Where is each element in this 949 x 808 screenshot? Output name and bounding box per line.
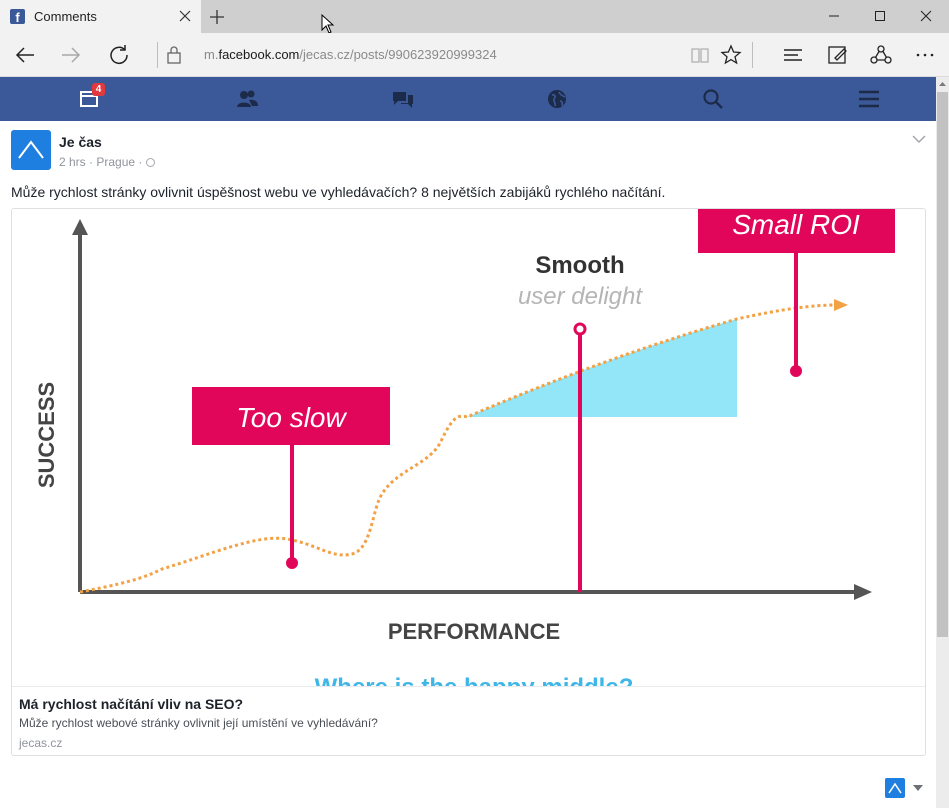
minimize-button[interactable] [811,0,857,33]
link-preview-info[interactable]: Má rychlost načítání vliv na SEO? Může r… [12,686,925,755]
close-icon [920,10,932,22]
post-time[interactable]: 2 hrs [59,155,86,169]
messages-icon [393,92,413,108]
nav-notifications[interactable] [479,77,635,121]
tab-close-button[interactable] [176,7,194,25]
browser-tab[interactable]: f Comments [0,0,201,33]
link-description: Může rychlost webové stránky ovlivnit je… [19,716,378,730]
caret-down-icon[interactable] [912,784,924,792]
more-button[interactable] [902,33,948,77]
new-tab-button[interactable] [206,6,228,28]
url-path: /jecas.cz/posts/990623920999324 [299,47,497,62]
post: Je čas 2 hrs · Prague · Může rychlost st… [0,121,936,808]
star-icon [720,44,742,65]
x-axis-label: PERFORMANCE [388,619,560,644]
url-host: facebook.com [218,47,300,62]
meta-separator: · [89,155,94,169]
nav-search[interactable] [635,77,791,121]
forward-button[interactable] [48,33,94,77]
link-title[interactable]: Má rychlost načítání vliv na SEO? [19,696,243,712]
lock-icon [167,46,181,64]
window-close-button[interactable] [903,0,949,33]
more-icon [916,53,934,57]
scrollbar-thumb[interactable] [937,92,948,637]
smooth-label: Smooth [535,252,624,279]
scroll-up-arrow-icon[interactable] [936,77,949,91]
nav-news-feed[interactable]: 4 [12,77,168,121]
too-slow-label: Too slow [236,402,347,433]
maximize-icon [875,11,885,21]
menu-icon [859,90,879,108]
jecas-logo-icon [888,782,902,794]
post-author[interactable]: Je čas [59,134,102,150]
smooth-area-fill [467,319,737,417]
friends-icon [237,90,258,107]
tab-title: Comments [34,9,97,24]
maximize-button[interactable] [857,0,903,33]
url-prefix: m. [204,47,219,62]
divider [752,42,753,68]
pen-note-icon [828,46,847,64]
refresh-icon [110,45,128,64]
meta-separator: · [138,155,143,169]
nav-menu[interactable] [791,77,947,121]
globe-icon [548,90,566,108]
share-button[interactable] [858,33,904,77]
title-bar: f Comments [0,0,949,34]
favorite-button[interactable] [708,33,754,77]
refresh-button[interactable] [96,33,142,77]
link-domain: jecas.cz [19,736,63,750]
post-meta: 2 hrs · Prague · [59,155,155,169]
mouse-cursor-icon [321,14,335,34]
notification-badge: 4 [92,83,105,96]
post-text: Může rychlost stránky ovlivnit úspěšnost… [11,184,666,200]
back-arrow-icon [15,47,34,63]
minimize-icon [829,15,839,17]
nav-friends[interactable] [168,77,324,121]
performance-success-graphic: Too slow Smooth user delight Small ROI S… [34,209,895,686]
facebook-top-nav: 4 [0,77,936,121]
small-roi-label: Small ROI [732,209,860,240]
close-icon [179,10,191,22]
y-axis-label: SUCCESS [34,382,59,488]
post-location[interactable]: Prague [96,155,135,169]
hub-button[interactable] [770,33,816,77]
image-caption-partial: Where is the happy middle? [315,674,634,686]
link-preview-card[interactable]: Too slow Smooth user delight Small ROI S… [11,208,926,756]
facebook-favicon-icon: f [10,9,25,24]
back-button[interactable] [2,33,48,77]
web-note-button[interactable] [815,33,861,77]
hub-icon [784,49,802,61]
page-avatar[interactable] [11,130,51,170]
chevron-down-icon[interactable] [912,134,926,144]
share-icon [870,45,892,64]
nav-messages[interactable] [324,77,480,121]
jecas-logo-icon [18,140,44,159]
commenter-avatar[interactable] [885,778,905,798]
link-preview-image[interactable]: Too slow Smooth user delight Small ROI S… [12,209,925,686]
search-icon [703,89,723,109]
address-bar: m.facebook.com/jecas.cz/posts/9906239209… [0,33,949,77]
divider [157,42,158,68]
user-delight-label: user delight [518,283,643,310]
plus-icon [210,10,224,24]
url-text[interactable]: m.facebook.com/jecas.cz/posts/9906239209… [204,47,497,62]
forward-arrow-icon [62,47,81,63]
privacy-globe-icon [145,158,155,167]
